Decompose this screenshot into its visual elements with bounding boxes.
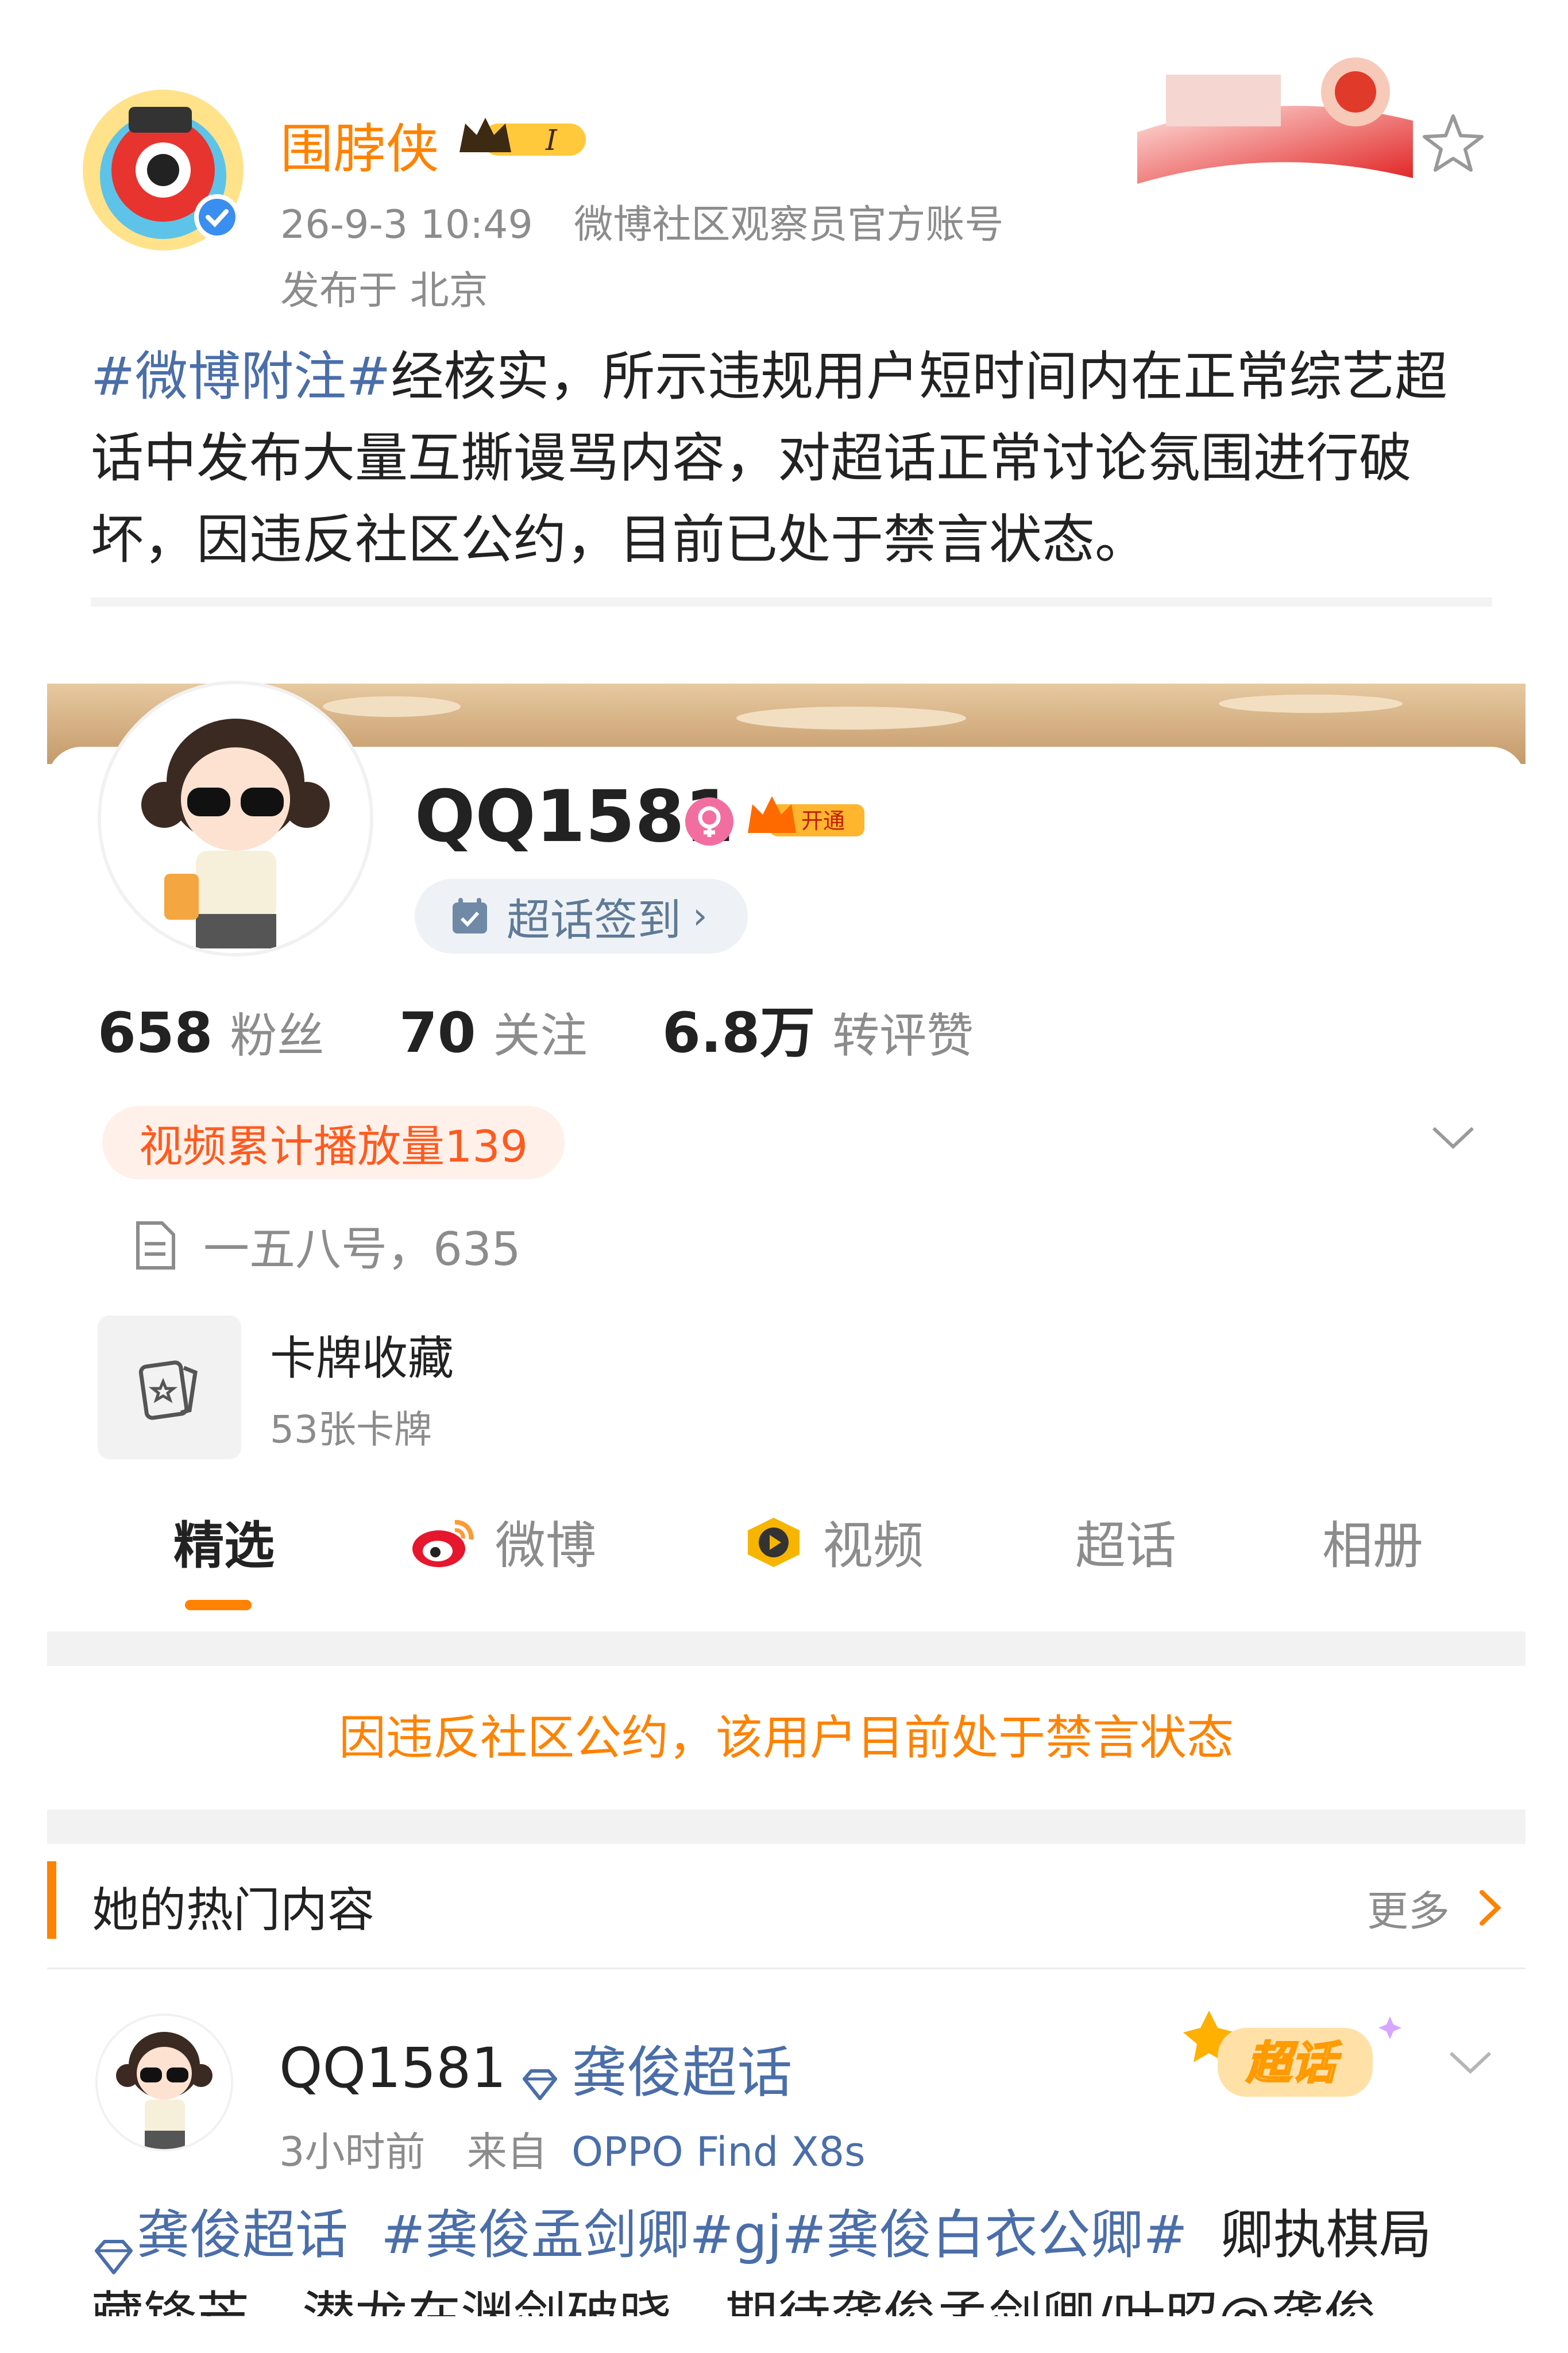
feed-author-line: QQ1581 龚俊超话: [279, 2028, 792, 2108]
feed-hashtags[interactable]: #龚俊孟剑卿#gj#龚俊白衣公卿#: [381, 2204, 1187, 2266]
section-gap: [47, 1631, 1525, 1666]
feed-supertopic-link[interactable]: 龚俊超话: [571, 2028, 792, 2108]
feed-body-line-1: 龚俊超话 #龚俊孟剑卿#gj#龚俊白衣公卿# 卿执棋局: [91, 2194, 1492, 2276]
stat-following[interactable]: 70 关注: [399, 1001, 645, 1065]
feed-avatar[interactable]: [95, 2013, 233, 2151]
video-icon: [742, 1513, 805, 1571]
chevron-down-icon[interactable]: [1447, 2045, 1493, 2080]
level-badge-text: I: [545, 124, 558, 157]
card-collection-count: 53张卡牌: [270, 1407, 432, 1452]
weibo-icon: [409, 1513, 478, 1571]
video-play-count-badge[interactable]: 视频累计播放量139: [102, 1106, 565, 1179]
chevron-right-icon: ›: [693, 895, 708, 938]
chevron-down-icon[interactable]: [1430, 1120, 1476, 1155]
national-banner: [1114, 52, 1436, 190]
vip-open-badge[interactable]: 开通: [747, 793, 867, 844]
card-icon: [138, 1353, 201, 1422]
card-collection-tile[interactable]: [98, 1316, 241, 1459]
female-icon: [683, 796, 735, 847]
feed-time: 3小时前: [279, 2128, 426, 2175]
chevron-right-icon: [1473, 1888, 1507, 1928]
feed-body-line-2: 藏锋芒，潜龙在渊剑破晓，期待龚俊孟剑卿/叶昭@龚俊: [91, 2276, 1492, 2316]
feed-body: 龚俊超话 #龚俊孟剑卿#gj#龚俊白衣公卿# 卿执棋局 藏锋芒，潜龙在渊剑破晓，…: [91, 2194, 1492, 2316]
profile-stats: 658 粉丝 70 关注 6.8万 转评赞: [98, 988, 1031, 1068]
supertopic-checkin-button[interactable]: 超话签到 ›: [415, 879, 748, 954]
stat-interactions[interactable]: 6.8万 转评赞: [662, 1001, 1031, 1065]
post-time: 26-9-3 10:49: [280, 202, 533, 248]
post-location: 发布于 北京: [280, 268, 488, 314]
profile-tabs: 精选 微博 视频 超话 相册: [47, 1505, 1525, 1597]
post-source[interactable]: 微博社区观察员官方账号: [574, 202, 1003, 248]
mute-notice: 因违反社区公约，该用户目前处于禁言状态: [338, 1711, 1234, 1765]
tab-supertopic[interactable]: 超话: [1075, 1505, 1176, 1578]
checkin-label: 超话签到: [507, 894, 681, 946]
supertopic-badge-text: 超话: [1246, 2038, 1342, 2089]
post-hashtag[interactable]: #微博附注#: [91, 346, 391, 407]
section-accent-bar: [47, 1861, 56, 1939]
feed-topic-link[interactable]: 龚俊超话: [137, 2204, 348, 2266]
feed-meta: 3小时前 来自 OPPO Find X8s: [279, 2120, 866, 2178]
verified-icon: [193, 193, 241, 241]
hot-content-title: 她的热门内容: [92, 1883, 375, 1938]
feed-device[interactable]: OPPO Find X8s: [571, 2128, 866, 2175]
feed-author-name[interactable]: QQ1581: [279, 2036, 506, 2100]
diamond-icon: [91, 2219, 137, 2274]
divider: [47, 1968, 1525, 1969]
poster-name[interactable]: 围脖侠: [280, 106, 439, 183]
hot-more-link[interactable]: 更多: [1367, 1877, 1507, 1938]
diamond-icon: [520, 2051, 560, 2100]
tab-featured[interactable]: 精选: [173, 1505, 275, 1578]
section-gap: [47, 1810, 1525, 1844]
document-icon: [132, 1220, 178, 1271]
stat-followers[interactable]: 658 粉丝: [98, 1001, 381, 1065]
profile-bio: 一五八号，635: [132, 1212, 521, 1279]
feed-text-tail: 卿执棋局: [1220, 2204, 1432, 2266]
active-tab-indicator: [185, 1600, 252, 1610]
card-collection-title[interactable]: 卡牌收藏: [270, 1321, 454, 1388]
vip-open-label: 开通: [801, 808, 845, 834]
profile-avatar[interactable]: [98, 681, 373, 956]
post-meta: 26-9-3 10:49 微博社区观察员官方账号: [280, 192, 1003, 249]
tab-weibo[interactable]: 微博: [409, 1505, 596, 1578]
bio-text: 一五八号，635: [203, 1222, 521, 1276]
calendar-check-icon: [449, 896, 491, 937]
star-outline-icon[interactable]: [1419, 109, 1488, 178]
feed-from-label: 来自: [466, 2128, 547, 2175]
crown-level-badge[interactable]: I: [459, 112, 592, 164]
tab-album[interactable]: 相册: [1322, 1505, 1423, 1578]
embedded-image-edge: [91, 597, 1492, 607]
post-body: #微博附注#经核实，所示违规用户短时间内在正常综艺超话中发布大量互撕谩骂内容，对…: [91, 336, 1492, 581]
tab-video[interactable]: 视频: [742, 1505, 924, 1578]
supertopic-badge: 超话: [1183, 2005, 1413, 2114]
